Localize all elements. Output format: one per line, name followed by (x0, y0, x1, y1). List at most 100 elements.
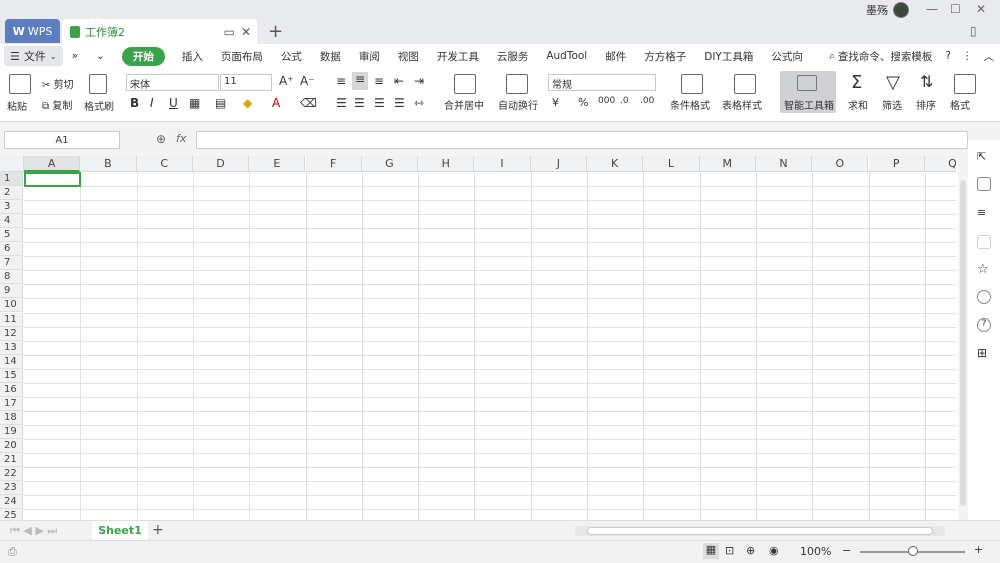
row-header-13[interactable]: 13 (0, 340, 23, 355)
page-break-view-icon[interactable]: ⊡ (725, 544, 734, 557)
spreadsheet-grid[interactable]: A B C D E F G H I J K L M N O P Q 1 2 3 4 5 6 7 8 9 10 11 12 13 14 15 16… (0, 156, 956, 522)
column-header-o[interactable]: O (812, 156, 869, 172)
font-color-icon[interactable]: A (272, 96, 280, 110)
merge-center-button[interactable]: 合并居中 (444, 97, 484, 112)
column-header-l[interactable]: L (643, 156, 700, 172)
more-icon[interactable]: » (63, 50, 87, 62)
table-style-icon[interactable] (734, 74, 756, 94)
tab-wps[interactable]: W WPS (5, 19, 60, 43)
settings-icon[interactable]: ≡ (977, 206, 991, 220)
select-all-corner[interactable] (0, 156, 24, 172)
star-icon[interactable]: ☆ (977, 262, 991, 277)
cell-style-icon[interactable]: ▤ (215, 96, 226, 110)
sort-icon[interactable]: ⇅ (920, 72, 933, 91)
select-icon[interactable]: ⇱ (977, 150, 991, 164)
wrap-text-icon[interactable] (506, 74, 528, 94)
paste-icon[interactable] (9, 74, 31, 94)
tab-diy-toolbox[interactable]: DIY工具箱 (695, 49, 762, 64)
row-header-16[interactable]: 16 (0, 382, 23, 397)
row-header-20[interactable]: 20 (0, 438, 23, 453)
tab-cloud[interactable]: 云服务 (488, 49, 538, 64)
justify-icon[interactable]: ☰ (394, 96, 405, 110)
conditional-format-button[interactable]: 条件格式 (670, 97, 710, 112)
close-window-icon[interactable]: ✕ (976, 2, 986, 16)
tab-workbook[interactable]: 工作簿2 ▭ ✕ (62, 19, 257, 44)
column-header-m[interactable]: M (699, 156, 756, 172)
number-format-select[interactable]: 常规 (548, 74, 656, 91)
active-cell-a1[interactable] (24, 172, 82, 188)
macro-icon[interactable]: ⎙ (8, 545, 17, 559)
row-header-11[interactable]: 11 (0, 312, 23, 327)
border-icon[interactable]: ▦ (189, 96, 200, 110)
eraser-icon[interactable]: ⌫ (300, 96, 317, 110)
row-header-2[interactable]: 2 (0, 186, 23, 201)
formula-input[interactable] (196, 131, 968, 149)
row-header-18[interactable]: 18 (0, 410, 23, 425)
align-left-icon[interactable]: ☰ (336, 96, 347, 110)
history-icon[interactable] (977, 290, 991, 304)
help-icon[interactable]: ? (977, 318, 991, 332)
increase-font-icon[interactable]: A⁺ (279, 74, 294, 88)
fx-button[interactable]: fx (176, 132, 186, 145)
apps-icon[interactable]: ⊞ (977, 346, 991, 360)
italic-icon[interactable]: I (150, 96, 154, 110)
row-header-8[interactable]: 8 (0, 270, 23, 285)
wrap-text-button[interactable]: 自动换行 (498, 97, 538, 112)
fill-color-icon[interactable]: ◆ (243, 96, 252, 110)
file-menu[interactable]: ☰ 文件 ⌄ (4, 46, 63, 66)
scrollbar-thumb[interactable] (960, 180, 966, 506)
cut-button[interactable]: ✂ 剪切 (42, 76, 74, 91)
tab-ffgz[interactable]: 方方格子 (635, 49, 695, 64)
tab-audtool[interactable]: AudTool (537, 50, 596, 62)
column-header-k[interactable]: K (587, 156, 644, 172)
sum-button[interactable]: 求和 (848, 97, 868, 112)
paste-button[interactable]: 粘贴 (7, 98, 27, 113)
row-header-9[interactable]: 9 (0, 284, 23, 299)
tab-review[interactable]: 审阅 (350, 49, 389, 64)
format-button[interactable]: 格式 (950, 97, 970, 112)
percent-icon[interactable]: % (578, 96, 588, 109)
distribute-icon[interactable]: ⇿ (414, 96, 424, 110)
conditional-format-icon[interactable] (681, 74, 703, 94)
zoom-slider-handle[interactable] (908, 546, 918, 556)
row-header-17[interactable]: 17 (0, 396, 23, 411)
column-header-h[interactable]: H (418, 156, 475, 172)
tab-formula-wizard[interactable]: 公式向 (762, 49, 805, 64)
horizontal-scrollbar[interactable] (575, 526, 945, 536)
new-tab-icon[interactable]: + (268, 21, 283, 42)
format-painter-icon[interactable] (89, 74, 107, 94)
currency-icon[interactable]: ¥ (552, 96, 559, 109)
tab-mail[interactable]: 邮件 (596, 49, 635, 64)
row-header-10[interactable]: 10 (0, 298, 23, 313)
tab-view[interactable]: 视图 (389, 49, 428, 64)
row-header-22[interactable]: 22 (0, 467, 23, 482)
style-icon[interactable] (977, 177, 991, 191)
column-header-c[interactable]: C (136, 156, 193, 172)
command-search[interactable]: ⌕ 查找命令、搜索模板 ? ⋮ ︿ (829, 49, 1000, 64)
column-header-j[interactable]: J (530, 156, 587, 172)
column-header-e[interactable]: E (249, 156, 306, 172)
collapse-ribbon-icon[interactable]: ︿ (984, 49, 995, 64)
align-top-icon[interactable]: ≡ (336, 74, 346, 88)
share-icon[interactable] (977, 235, 991, 249)
filter-icon[interactable]: ▽ (886, 72, 900, 93)
tab-formula[interactable]: 公式 (272, 49, 311, 64)
thousands-icon[interactable]: 000 (598, 96, 615, 106)
increase-decimal-icon[interactable]: .0 (620, 96, 629, 106)
sidebar-toggle-icon[interactable]: ▯ (970, 24, 977, 38)
column-header-d[interactable]: D (192, 156, 250, 172)
eye-protect-icon[interactable]: ◉ (769, 544, 779, 557)
minimize-icon[interactable]: — (926, 2, 938, 16)
zoom-level[interactable]: 100% (800, 545, 831, 558)
row-header-12[interactable]: 12 (0, 326, 23, 341)
align-right-icon[interactable]: ☰ (374, 96, 385, 110)
sort-button[interactable]: 排序 (916, 97, 936, 112)
filter-button[interactable]: 筛选 (882, 97, 902, 112)
user-profile[interactable]: 墨殇 (866, 2, 909, 18)
hscroll-thumb[interactable] (587, 527, 933, 535)
column-header-f[interactable]: F (305, 156, 362, 172)
zoom-in-icon[interactable]: + (974, 543, 983, 556)
tab-data[interactable]: 数据 (311, 49, 350, 64)
indent-decrease-icon[interactable]: ⇤ (394, 74, 404, 88)
column-header-b[interactable]: B (80, 156, 137, 172)
